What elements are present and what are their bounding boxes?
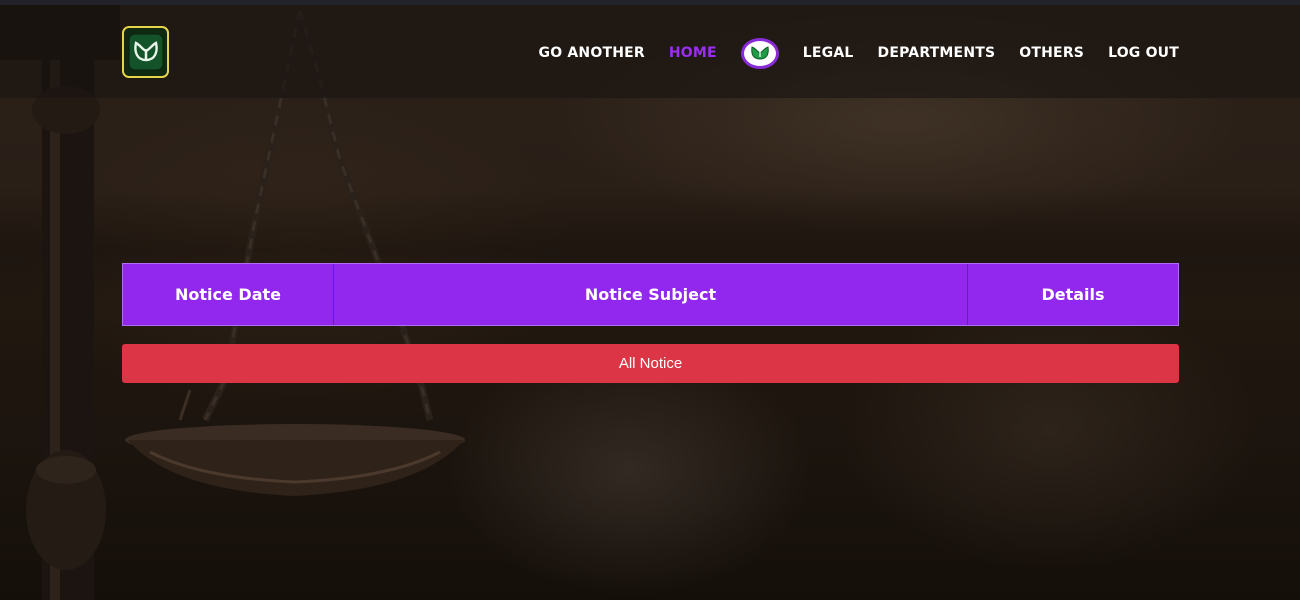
site-logo[interactable] [122,26,169,78]
column-header-details: Details [1041,285,1105,304]
nav-go-another[interactable]: GO ANOTHER [539,45,645,61]
lotus-leaf-logo-icon [128,33,163,71]
nav-home[interactable]: HOME [669,45,717,61]
nav-log-out[interactable]: LOG OUT [1108,45,1179,61]
column-header-notice-date: Notice Date [123,264,334,325]
main-nav: GO ANOTHER HOME LEGAL DEPARTMENTS OTHERS… [539,37,1179,69]
nav-departments[interactable]: DEPARTMENTS [878,45,996,61]
lotus-leaf-badge-icon [751,46,769,60]
nav-others[interactable]: OTHERS [1019,45,1084,61]
column-header-notice-subject: Notice Subject [334,264,968,325]
nav-brand-badge[interactable] [740,37,779,69]
all-notice-button[interactable]: All Notice [122,344,1179,383]
top-navigation-bar: GO ANOTHER HOME LEGAL DEPARTMENTS OTHERS… [0,0,1300,98]
nav-legal[interactable]: LEGAL [803,45,854,61]
notice-table-header: Notice Date Notice Subject Details [122,263,1179,326]
